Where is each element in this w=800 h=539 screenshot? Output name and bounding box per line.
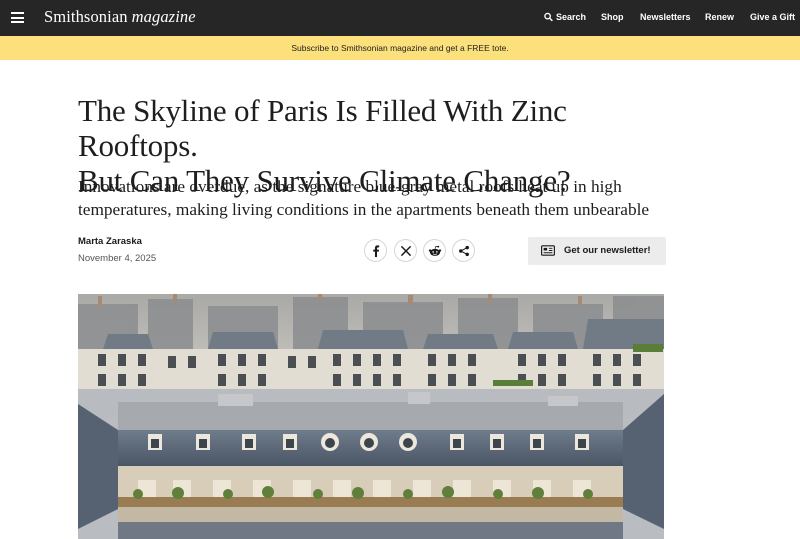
logo-brand: Smithsonian: [44, 7, 128, 26]
top-navigation-bar: Smithsonian magazine Search Shop Newslett…: [0, 0, 800, 36]
x-icon: [400, 245, 411, 256]
author-name[interactable]: Marta Zaraska: [78, 236, 142, 247]
share-more-button[interactable]: [452, 239, 475, 262]
share-icon: [458, 245, 469, 256]
nav-search-label: Search: [556, 12, 587, 22]
subscribe-promo-banner[interactable]: Subscribe to Smithsonian magazine and ge…: [0, 36, 800, 60]
share-x-button[interactable]: [394, 239, 417, 262]
facebook-icon: [372, 244, 379, 257]
newsletter-icon: [541, 245, 555, 256]
share-facebook-button[interactable]: [364, 239, 387, 262]
promo-text: Subscribe to Smithsonian magazine and ge…: [291, 43, 509, 53]
nav-give-gift-link[interactable]: Give a Gift: [750, 12, 795, 22]
share-reddit-button[interactable]: [423, 239, 446, 262]
hero-image-paris-rooftops: [78, 294, 664, 539]
publish-date: November 4, 2025: [78, 253, 157, 264]
paris-rooftops-illustration: [78, 294, 664, 539]
logo-sub: magazine: [131, 7, 196, 26]
article-title-line-1: The Skyline of Paris Is Filled With Zinc…: [78, 93, 567, 163]
newsletter-button-label: Get our newsletter!: [564, 245, 651, 256]
nav-search-link[interactable]: Search: [544, 12, 586, 22]
hamburger-menu-icon[interactable]: [11, 12, 24, 23]
nav-renew-link[interactable]: Renew: [705, 12, 734, 22]
article-subtitle: Innovations are overdue, as the signatur…: [78, 177, 650, 219]
search-icon: [544, 12, 553, 22]
reddit-icon: [428, 245, 441, 256]
newsletter-signup-button[interactable]: Get our newsletter!: [528, 237, 666, 265]
nav-shop-link[interactable]: Shop: [601, 12, 624, 22]
smithsonian-logo[interactable]: Smithsonian magazine: [44, 7, 196, 27]
nav-newsletters-link[interactable]: Newsletters: [640, 12, 691, 22]
